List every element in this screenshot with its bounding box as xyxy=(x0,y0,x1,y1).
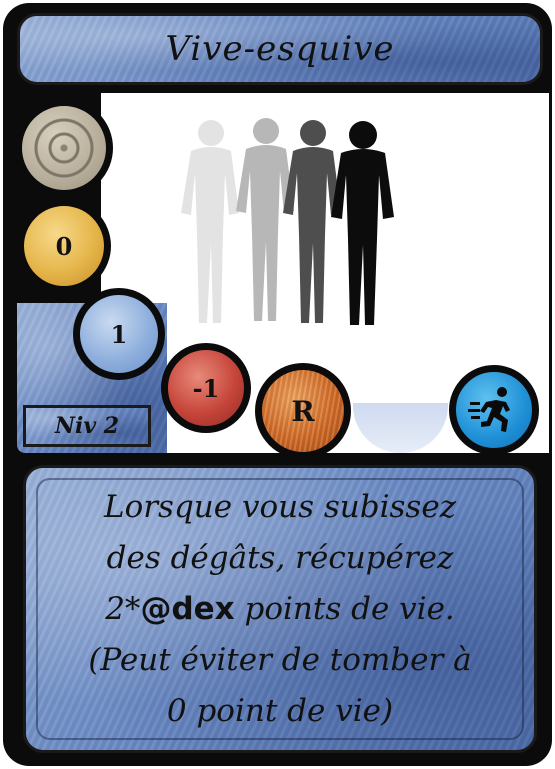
card-title: Vive-esquive xyxy=(165,29,395,69)
gold-stat-circle: 0 xyxy=(17,199,111,293)
description-line-2: des dégâts, récupérez xyxy=(106,539,454,576)
red-stat-value: -1 xyxy=(192,373,220,403)
description-line-5: 0 point de vie) xyxy=(166,692,394,729)
description-line-3: 2*@dex points de vie. xyxy=(88,584,471,635)
card: Vive-esquive Niv 2 0 1 -1 R Lorsque vous… xyxy=(3,3,552,766)
description-line-3-pre: 2* xyxy=(105,590,141,627)
silhouette-4 xyxy=(331,121,394,325)
running-man-icon xyxy=(449,365,539,455)
blue-stat-circle: 1 xyxy=(73,288,165,380)
range-stat-circle: R xyxy=(255,363,351,459)
description-line-1: Lorsque vous subissez xyxy=(103,488,457,525)
description-line-4: (Peut éviter de tomber à xyxy=(88,641,472,678)
silhouette-1 xyxy=(181,120,239,323)
description-line-3-post: points de vie. xyxy=(234,590,455,627)
target-icon xyxy=(15,99,113,197)
level-label: Niv 2 xyxy=(54,413,120,439)
red-stat-circle: -1 xyxy=(161,343,251,433)
level-box: Niv 2 xyxy=(23,405,151,447)
blue-stat-value: 1 xyxy=(110,319,128,349)
title-bar: Vive-esquive xyxy=(17,13,543,85)
running-man-glyph xyxy=(468,387,510,432)
description-panel: Lorsque vous subissez des dégâts, récupé… xyxy=(23,465,537,753)
silhouette-3 xyxy=(283,120,341,323)
range-stat-value: R xyxy=(291,394,315,428)
dex-keyword: @dex xyxy=(140,590,235,627)
silhouette-2 xyxy=(236,118,294,321)
gold-stat-value: 0 xyxy=(55,231,73,261)
description-text: Lorsque vous subissez des dégâts, récupé… xyxy=(74,482,485,737)
